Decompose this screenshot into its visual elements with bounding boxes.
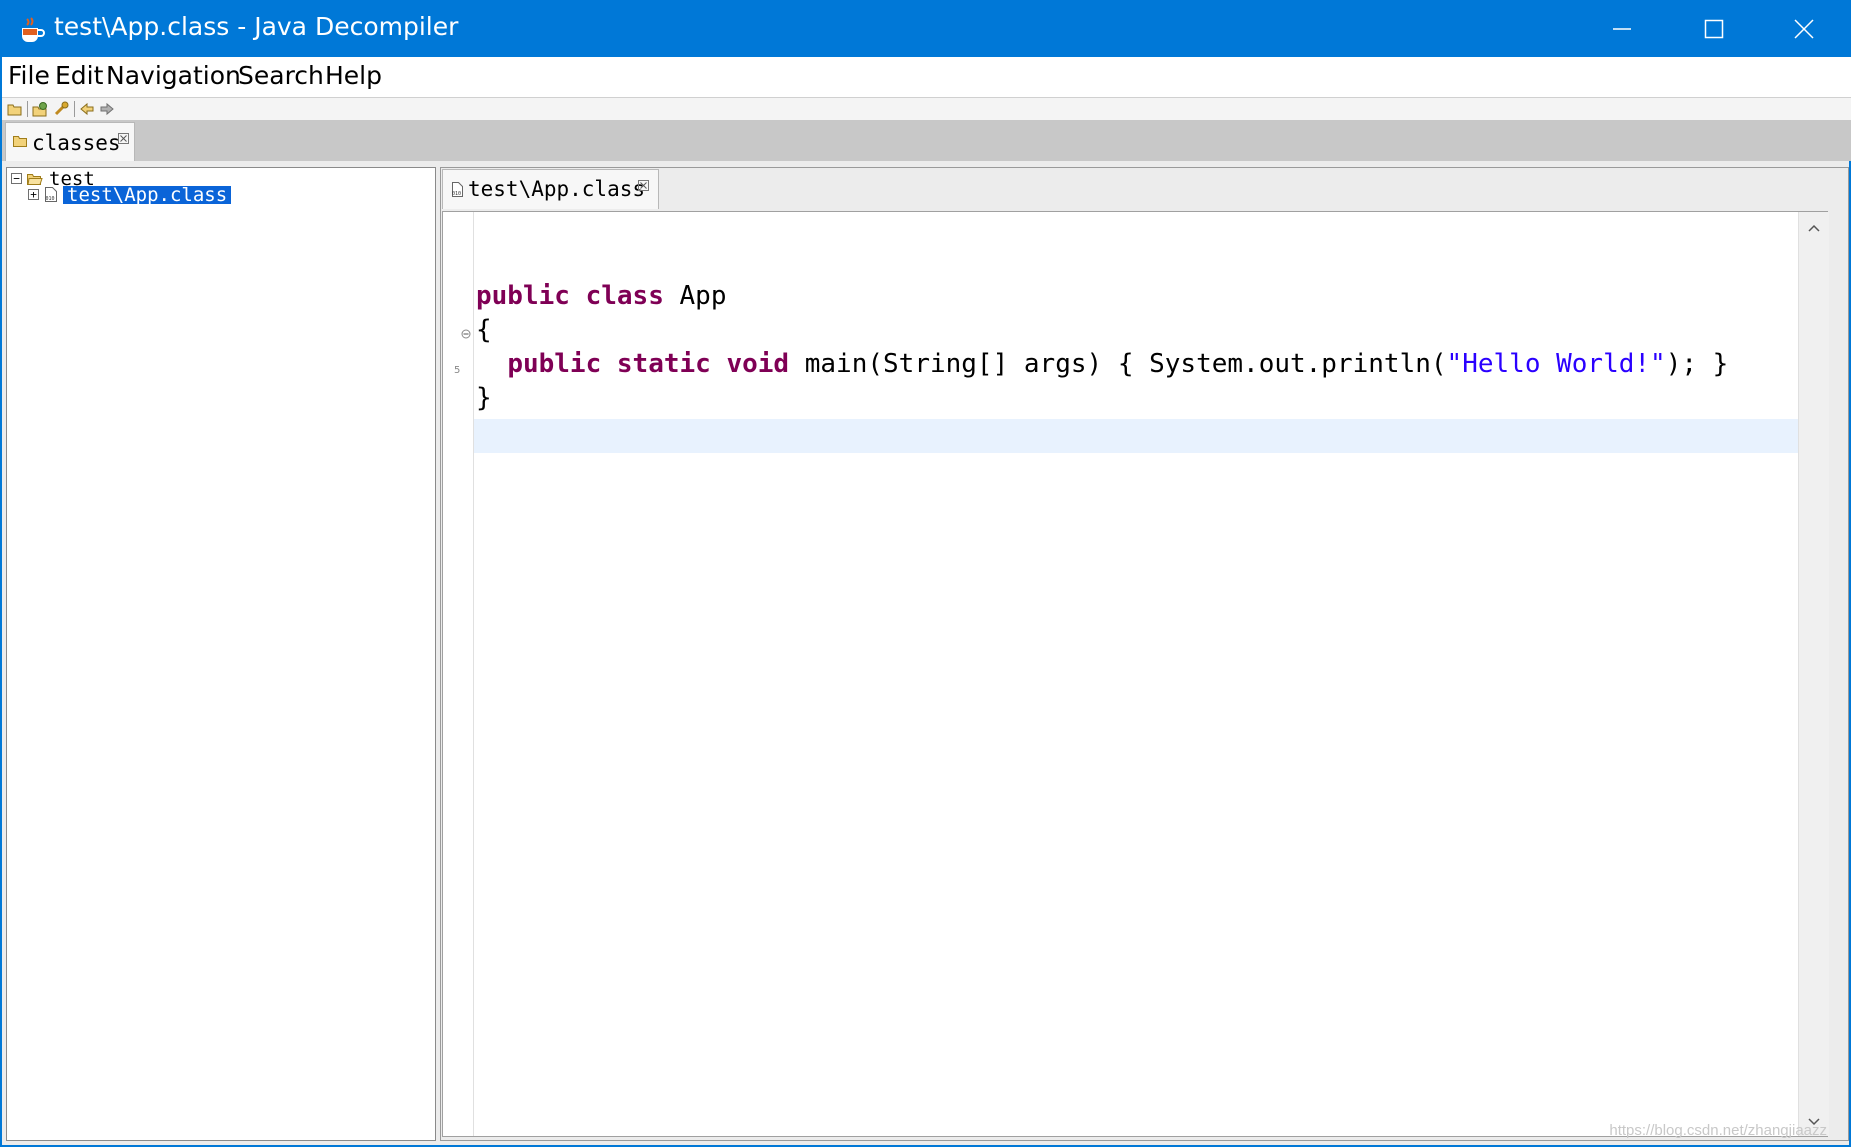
forward-icon[interactable] <box>99 101 115 117</box>
keyword: class <box>585 281 664 311</box>
minimize-button[interactable] <box>1576 0 1668 57</box>
app-window: test\App.class - Java Decompiler File Ed… <box>0 0 1851 1147</box>
string-literal: "Hello World!" <box>1446 349 1666 379</box>
java-cup-icon <box>22 17 45 42</box>
toolbar-separator <box>27 101 28 117</box>
svg-text:010: 010 <box>452 191 461 197</box>
open-file-icon[interactable] <box>7 101 23 117</box>
svg-text:010: 010 <box>46 196 55 202</box>
tree-node-app-class[interactable]: + 010 test\App.class <box>7 186 427 205</box>
class-name: App <box>663 281 727 311</box>
menu-file[interactable]: File <box>8 61 50 90</box>
vertical-scrollbar[interactable] <box>1798 212 1829 1136</box>
menu-search[interactable]: Search <box>238 61 324 90</box>
collapse-toggle[interactable]: − <box>11 173 22 184</box>
minimize-icon <box>1613 27 1631 30</box>
menu-edit[interactable]: Edit <box>55 61 103 90</box>
tab-app-class-label: test\App.class <box>468 177 646 201</box>
toolbar-separator <box>74 101 75 117</box>
watermark: https://blog.csdn.net/zhangjiaazz <box>1609 1122 1827 1139</box>
tab-classes[interactable]: classes <box>5 122 135 161</box>
code-editor[interactable]: 5 public class App { public static void … <box>442 211 1828 1137</box>
class-file-icon: 010 <box>452 182 463 197</box>
code-line-open-brace: { <box>476 313 492 347</box>
line-number: 5 <box>454 365 461 376</box>
method-end: ); } <box>1665 349 1729 379</box>
tab-app-class[interactable]: 010 test\App.class <box>442 169 659 209</box>
back-icon[interactable] <box>79 101 95 117</box>
tab-classes-label: classes <box>32 131 121 155</box>
toolbar <box>2 98 1851 121</box>
maximize-icon <box>1704 19 1724 38</box>
close-icon <box>1794 18 1814 39</box>
brace: } <box>476 383 492 413</box>
expand-toggle[interactable]: + <box>28 189 39 200</box>
keyword: void <box>726 349 790 379</box>
menu-help[interactable]: Help <box>325 61 382 90</box>
menu-navigation[interactable]: Navigation <box>106 61 241 90</box>
code-line-main: public static void main(String[] args) {… <box>476 347 1728 381</box>
tab-close-icon[interactable] <box>118 133 129 144</box>
folder-icon <box>13 136 27 147</box>
close-button[interactable] <box>1758 0 1850 57</box>
outer-tab-strip: classes <box>2 121 1851 161</box>
tree-node-app-class-label: test\App.class <box>63 186 232 205</box>
scroll-up-icon[interactable] <box>1808 224 1820 232</box>
keyword: public <box>476 281 570 311</box>
code-line-close-brace: } <box>476 381 492 415</box>
line-number-gutter: 5 <box>443 212 474 1136</box>
tab-close-icon[interactable] <box>638 180 649 191</box>
title-bar[interactable]: test\App.class - Java Decompiler <box>2 0 1851 57</box>
brace: { <box>476 315 492 345</box>
window-title: test\App.class - Java Decompiler <box>54 12 459 41</box>
method-signature: main(String[] args) { System.out.println… <box>789 349 1447 379</box>
current-line-highlight <box>474 419 1827 453</box>
search-icon[interactable] <box>53 101 69 117</box>
maximize-button[interactable] <box>1668 0 1760 57</box>
code-line-class-decl: public class App <box>476 279 726 313</box>
menu-bar: File Edit Navigation Search Help <box>2 57 1851 98</box>
class-tree: − test + 010 test\App.class <box>6 167 436 1141</box>
keyword: static <box>616 349 711 379</box>
open-folder-icon <box>27 174 43 185</box>
keyword: public <box>507 349 602 379</box>
open-type-icon[interactable] <box>32 101 48 117</box>
fold-icon[interactable] <box>461 329 471 339</box>
class-file-icon: 010 <box>45 187 57 202</box>
